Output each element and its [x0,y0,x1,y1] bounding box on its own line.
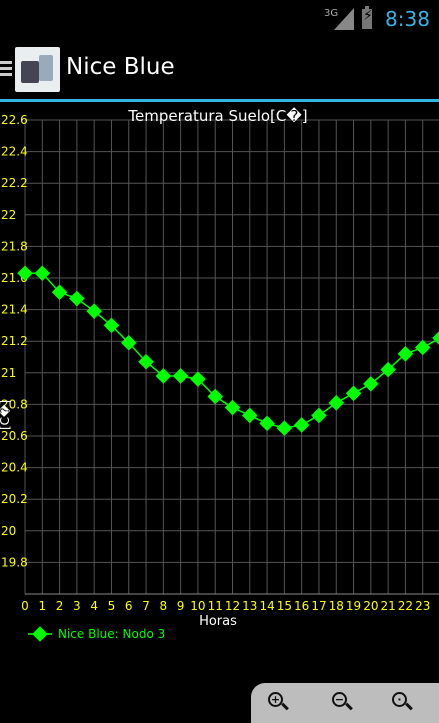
x-tick-label: 4 [90,599,98,613]
x-tick-label: 0 [21,599,29,613]
signal-icon [334,8,354,30]
data-point[interactable] [242,407,258,424]
x-tick-label: 21 [380,599,395,613]
data-point[interactable] [293,417,310,433]
zoom-in-icon[interactable]: + [267,691,291,715]
y-tick-label: 20 [1,524,16,538]
x-tick-label: 15 [277,599,292,613]
x-tick-labels: 0 1 2 3 4 5 6 7 8 9 10 11 12 13 14 15 16 17 18 19 20 21 22 23 [21,599,430,613]
x-tick-label: 2 [56,599,64,613]
x-tick-label: 6 [125,599,133,613]
y-tick-label: 21.2 [1,334,28,348]
y-tick-label: 22.4 [1,145,28,159]
temperature-chart[interactable]: 19.82020.220.420.620.82121.221.421.621.8… [0,102,439,642]
zoom-controls: + − · [251,683,439,723]
x-tick-label: 7 [142,599,150,613]
data-point[interactable] [172,368,189,384]
x-tick-label: 20 [363,599,378,613]
x-tick-label: 19 [346,599,361,613]
zoom-out-icon[interactable]: − [331,691,355,715]
drawer-menu-icon[interactable] [0,61,12,77]
charging-icon: ⚡ [363,8,373,24]
x-tick-label: 1 [38,599,46,613]
legend-marker [32,626,48,642]
x-tick-label: 8 [160,599,168,613]
y-tick-labels: 19.82020.220.420.620.82121.221.421.621.8… [1,113,28,569]
chart-legend: Nice Blue: Nodo 3 [28,626,165,642]
data-point[interactable] [276,420,293,436]
data-point[interactable] [345,385,362,402]
y-tick-label: 19.8 [1,555,28,569]
x-tick-label: 10 [190,599,205,613]
x-tick-label: 12 [225,599,240,613]
chart-title: Temperatura Suelo[C�] [127,107,307,125]
series-nodo-3 [17,265,439,436]
x-tick-label: 23 [415,599,430,613]
data-point[interactable] [432,330,439,346]
status-bar: 3G ⚡ 8:38 [0,0,439,40]
y-tick-label: 22.2 [1,176,28,190]
action-bar: Nice Blue [0,40,439,102]
x-tick-label: 9 [177,599,185,613]
y-tick-label: 22 [1,208,16,222]
x-tick-label: 16 [294,599,309,613]
app-icon[interactable] [15,47,60,92]
x-tick-label: 17 [311,599,326,613]
y-tick-label: 21.4 [1,303,28,317]
x-axis-label: Horas [199,614,237,629]
app-title: Nice Blue [66,54,175,80]
zoom-reset-icon[interactable]: · [391,691,415,715]
data-point[interactable] [259,415,275,432]
y-tick-label: 22.6 [1,113,28,127]
y-axis-label: [C�] [0,400,12,430]
x-tick-label: 5 [108,599,116,613]
legend-label: Nice Blue: Nodo 3 [58,627,165,641]
data-point[interactable] [69,290,85,307]
y-tick-label: 21 [1,366,16,380]
x-tick-label: 14 [259,599,274,613]
y-tick-label: 20.6 [1,429,28,443]
data-point[interactable] [311,407,327,424]
y-tick-label: 20.4 [1,461,28,475]
x-tick-label: 11 [208,599,223,613]
y-tick-label: 21.8 [1,239,28,253]
x-tick-label: 18 [329,599,344,613]
x-tick-label: 13 [242,599,257,613]
chart-grid [24,119,439,595]
data-point[interactable] [224,399,241,416]
x-tick-label: 3 [73,599,81,613]
data-point[interactable] [414,339,431,356]
clock: 8:38 [385,7,430,31]
data-point[interactable] [328,395,345,411]
y-tick-label: 20.2 [1,492,28,506]
x-tick-label: 22 [398,599,413,613]
